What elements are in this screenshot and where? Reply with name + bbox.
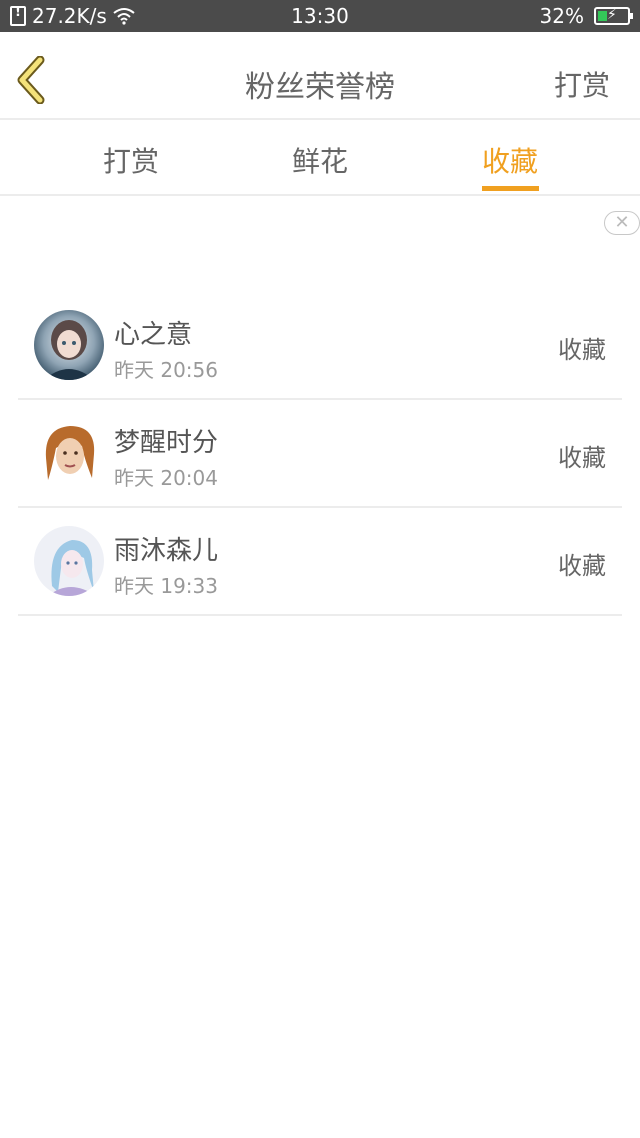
fan-name: 心之意 <box>114 320 193 350</box>
status-right: 32% ⚡ <box>539 4 633 28</box>
battery-percent: 32% <box>539 4 584 28</box>
avatar[interactable] <box>34 526 104 596</box>
favorite-action: 收藏 <box>558 552 606 580</box>
fan-time: 昨天 19:33 <box>114 574 218 598</box>
bolt-icon: ⚡ <box>607 7 617 23</box>
fan-name: 梦醒时分 <box>114 428 219 458</box>
fan-time: 昨天 20:04 <box>114 466 218 490</box>
anime-girl-avatar <box>34 310 104 380</box>
list-item[interactable]: 梦醒时分 昨天 20:04 收藏 <box>18 400 622 508</box>
tab-favorites[interactable]: 收藏 <box>482 140 538 180</box>
avatar[interactable] <box>34 418 104 488</box>
battery-level <box>598 11 607 21</box>
favorite-action: 收藏 <box>558 444 606 472</box>
list-item[interactable]: 雨沐森儿 昨天 19:33 收藏 <box>18 508 622 616</box>
page-title: 粉丝荣誉榜 <box>245 70 395 105</box>
close-icon[interactable]: ✕ <box>604 211 640 235</box>
active-tab-indicator <box>482 186 539 191</box>
avatar[interactable] <box>34 310 104 380</box>
tab-flowers[interactable]: 鲜花 <box>292 140 348 180</box>
list-item[interactable]: 心之意 昨天 20:56 收藏 <box>18 292 622 400</box>
fan-list: 心之意 昨天 20:56 收藏 梦醒时分 昨天 20:04 收藏 雨沐森儿 昨天… <box>18 292 622 616</box>
battery-charging-icon: ⚡ <box>594 7 633 25</box>
tab-reward[interactable]: 打赏 <box>103 140 159 180</box>
header: 粉丝荣誉榜 打赏 <box>0 32 640 120</box>
tab-bar: 打赏 鲜花 收藏 <box>0 122 640 196</box>
illustrated-face-avatar <box>34 418 104 488</box>
fan-time: 昨天 20:56 <box>114 358 218 382</box>
status-bar: 27.2K/s 13:30 32% ⚡ <box>0 0 640 32</box>
anime-blue-hair-avatar <box>34 526 104 596</box>
reward-button[interactable]: 打赏 <box>554 64 610 104</box>
favorite-action: 收藏 <box>558 336 606 364</box>
fan-name: 雨沐森儿 <box>114 536 219 566</box>
